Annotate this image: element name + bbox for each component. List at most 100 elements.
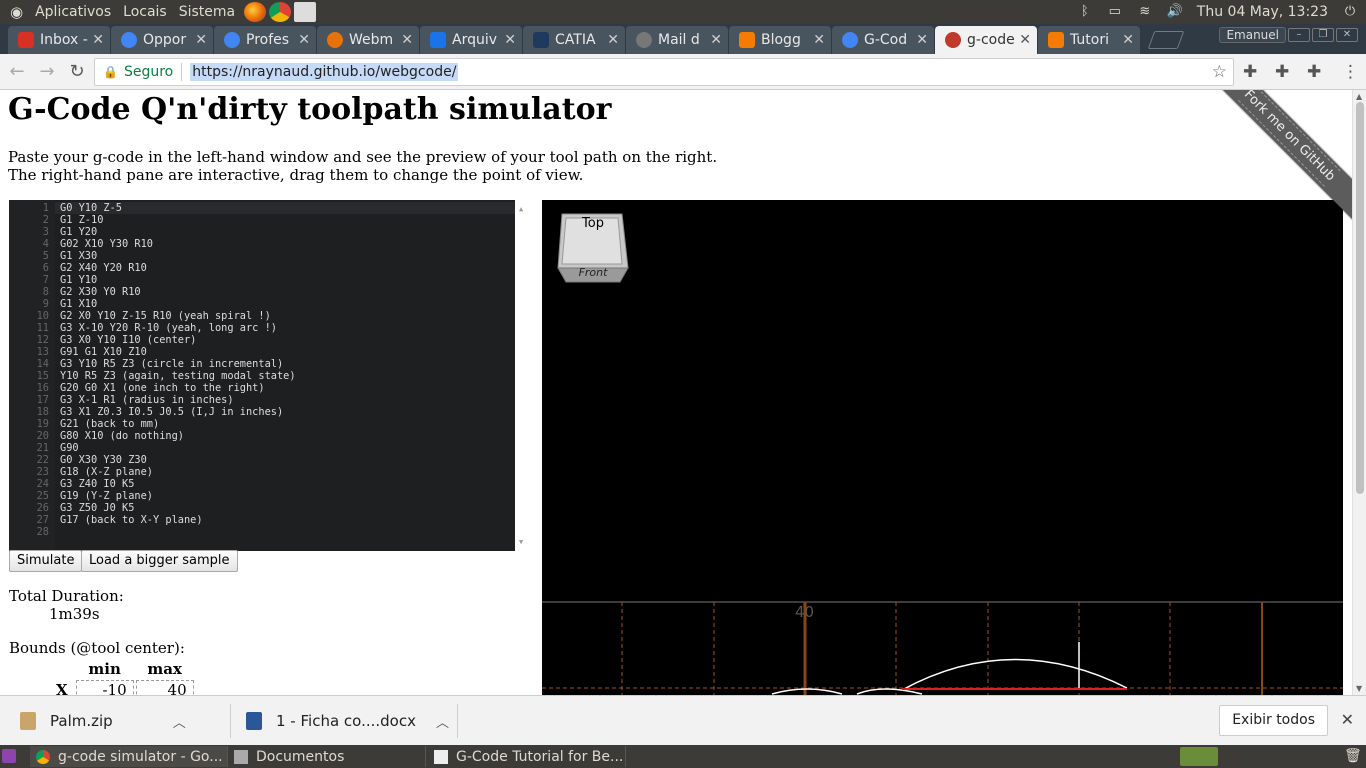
page-scrollbar[interactable]: ▲ ▼ [1352, 90, 1366, 695]
tab-close-icon[interactable]: ✕ [1122, 32, 1134, 48]
gcode-editor[interactable]: 1 2 3 4 5 6 7 8 9 10 11 12 13 14 15 16 17 18 19 20 21 22 23 24 2… [9, 200, 530, 551]
code-line[interactable]: G2 X0 Y10 Z-15 R10 (yeah spiral !) [60, 310, 296, 322]
tab[interactable]: Blogg ✕ [729, 26, 831, 54]
code-text[interactable]: G0 Y10 Z-5 G1 Z-10 G1 Y20 G02 X10 Y30 R10 G1… [60, 202, 296, 538]
code-line[interactable]: G1 X30 [60, 250, 296, 262]
url-text[interactable]: https://nraynaud.github.io/webgcode/ [190, 63, 459, 81]
bookmark-star-icon[interactable]: ☆ [1212, 62, 1227, 82]
code-line[interactable]: G2 X40 Y20 R10 [60, 262, 296, 274]
chevron-up-icon[interactable]: ︿ [173, 712, 186, 731]
secure-label[interactable]: Seguro [124, 64, 173, 80]
close-window-button[interactable]: ✕ [1336, 28, 1358, 42]
back-icon[interactable]: ← [4, 59, 30, 85]
wifi-icon[interactable]: ≋ [1137, 5, 1153, 19]
code-line[interactable]: G3 X-1 R1 (radius in inches) [60, 394, 296, 406]
taskbar-item-label[interactable]: G-Code Tutorial for Be... [456, 749, 623, 765]
panel-menu-apps[interactable]: Aplicativos [29, 4, 117, 20]
volume-icon[interactable]: 🔊 [1167, 5, 1183, 19]
close-downloads-icon[interactable]: ✕ [1341, 710, 1354, 729]
download-name[interactable]: 1 - Ficha co....docx [276, 712, 416, 730]
code-line[interactable]: G1 Y10 [60, 274, 296, 286]
editor-scrollbar[interactable]: ▲ ▼ [515, 200, 530, 551]
maximize-button[interactable]: ❐ [1312, 28, 1334, 42]
extension-puzzle-icon[interactable]: ✚ [1307, 62, 1321, 82]
firefox-launcher-icon[interactable] [244, 2, 267, 22]
toolpath-canvas[interactable]: 40 [542, 200, 1343, 695]
files-launcher-icon[interactable] [294, 2, 317, 22]
taskbar-item[interactable]: G-Code Tutorial for Be... [428, 746, 626, 767]
scroll-up-icon[interactable]: ▲ [1356, 92, 1362, 101]
tab-close-icon[interactable]: ✕ [607, 32, 619, 48]
scroll-down-icon[interactable]: ▼ [1356, 684, 1362, 693]
code-line[interactable]: G0 X30 Y30 Z30 [60, 454, 296, 466]
tab[interactable]: Inbox - ✕ [8, 26, 110, 54]
code-line[interactable]: G91 G1 X10 Z10 [60, 346, 296, 358]
code-line[interactable]: G3 X0 Y10 I10 (center) [60, 334, 296, 346]
simulate-button[interactable]: Simulate [9, 550, 83, 572]
tab-close-icon[interactable]: ✕ [401, 32, 413, 48]
panel-menu-system[interactable]: Sistema [173, 4, 241, 20]
lock-icon[interactable]: 🔒 [103, 65, 118, 79]
scroll-up-icon[interactable]: ▲ [519, 203, 523, 215]
code-line[interactable]: G1 Z-10 [60, 214, 296, 226]
code-line[interactable]: G3 X-10 Y20 R-10 (yeah, long arc !) [60, 322, 296, 334]
code-line[interactable]: G1 Y20 [60, 226, 296, 238]
extension-puzzle-icon[interactable]: ✚ [1275, 62, 1289, 82]
new-tab-button[interactable] [1147, 31, 1185, 49]
tab-active[interactable]: g-code ✕ [935, 26, 1037, 54]
workspace-switcher[interactable] [1180, 747, 1218, 766]
tab[interactable]: Profes ✕ [214, 26, 316, 54]
code-line[interactable]: G2 X30 Y0 R10 [60, 286, 296, 298]
code-line[interactable]: G3 Z40 I0 K5 [60, 478, 296, 490]
ribbon-label[interactable]: Fork me on GitHub [1238, 90, 1341, 187]
chrome-launcher-icon[interactable] [269, 2, 292, 22]
profile-button[interactable]: Emanuel [1219, 27, 1286, 43]
tab[interactable]: Arquiv ✕ [420, 26, 522, 54]
reload-icon[interactable]: ↻ [64, 59, 90, 85]
taskbar-item-label[interactable]: g-code simulator - Go... [58, 749, 223, 765]
show-desktop-icon[interactable] [2, 749, 16, 763]
code-line[interactable]: Y10 R5 Z3 (again, testing modal state) [60, 370, 296, 382]
panel-menu-places[interactable]: Locais [117, 4, 173, 20]
tab[interactable]: G-Cod ✕ [832, 26, 934, 54]
show-all-downloads-button[interactable]: Exibir todos [1219, 705, 1328, 736]
tab-close-icon[interactable]: ✕ [92, 32, 104, 48]
code-line[interactable]: G3 X1 Z0.3 I0.5 J0.5 (I,J in inches) [60, 406, 296, 418]
code-line[interactable]: G20 G0 X1 (one inch to the right) [60, 382, 296, 394]
taskbar-item[interactable]: g-code simulator - Go... [30, 746, 228, 767]
forward-icon[interactable]: → [34, 59, 60, 85]
ubuntu-logo-icon[interactable]: ◉ [4, 3, 29, 21]
tab-close-icon[interactable]: ✕ [710, 32, 722, 48]
tab[interactable]: CATIA ✕ [523, 26, 625, 54]
tab-close-icon[interactable]: ✕ [1019, 32, 1031, 48]
download-item[interactable]: 1 - Ficha co....docx ︿ [246, 696, 449, 746]
download-item[interactable]: Palm.zip ︿ [20, 696, 186, 746]
code-line[interactable]: G90 [60, 442, 296, 454]
power-icon[interactable]: ⏻ [1342, 5, 1358, 19]
battery-icon[interactable]: ▭ [1107, 5, 1123, 19]
code-line[interactable]: G0 Y10 Z-5 [60, 202, 296, 214]
taskbar-item[interactable]: Documentos [228, 746, 426, 767]
tab[interactable]: Webm ✕ [317, 26, 419, 54]
download-name[interactable]: Palm.zip [50, 712, 113, 730]
code-line[interactable]: G18 (X-Z plane) [60, 466, 296, 478]
load-sample-button[interactable]: Load a bigger sample [81, 550, 238, 572]
panel-clock[interactable]: Thu 04 May, 13:23 [1197, 4, 1328, 20]
scroll-thumb[interactable] [1356, 102, 1364, 494]
tab-close-icon[interactable]: ✕ [916, 32, 928, 48]
code-line[interactable]: G3 Z50 J0 K5 [60, 502, 296, 514]
code-line[interactable]: G3 Y10 R5 Z3 (circle in incremental) [60, 358, 296, 370]
tab[interactable]: Mail d ✕ [626, 26, 728, 54]
bluetooth-icon[interactable]: ᛒ [1077, 5, 1093, 19]
scroll-down-icon[interactable]: ▼ [519, 536, 523, 548]
tab-close-icon[interactable]: ✕ [195, 32, 207, 48]
tab[interactable]: Tutori ✕ [1038, 26, 1140, 54]
address-bar[interactable]: 🔒 Seguro https://nraynaud.github.io/webg… [94, 58, 1234, 86]
chevron-up-icon[interactable]: ︿ [436, 712, 449, 731]
tab-close-icon[interactable]: ✕ [504, 32, 516, 48]
code-line[interactable]: G1 X10 [60, 298, 296, 310]
code-line[interactable] [60, 526, 296, 538]
tab-close-icon[interactable]: ✕ [298, 32, 310, 48]
code-line[interactable]: G02 X10 Y30 R10 [60, 238, 296, 250]
toolpath-3d-view[interactable]: 40 Top Front [542, 200, 1343, 695]
